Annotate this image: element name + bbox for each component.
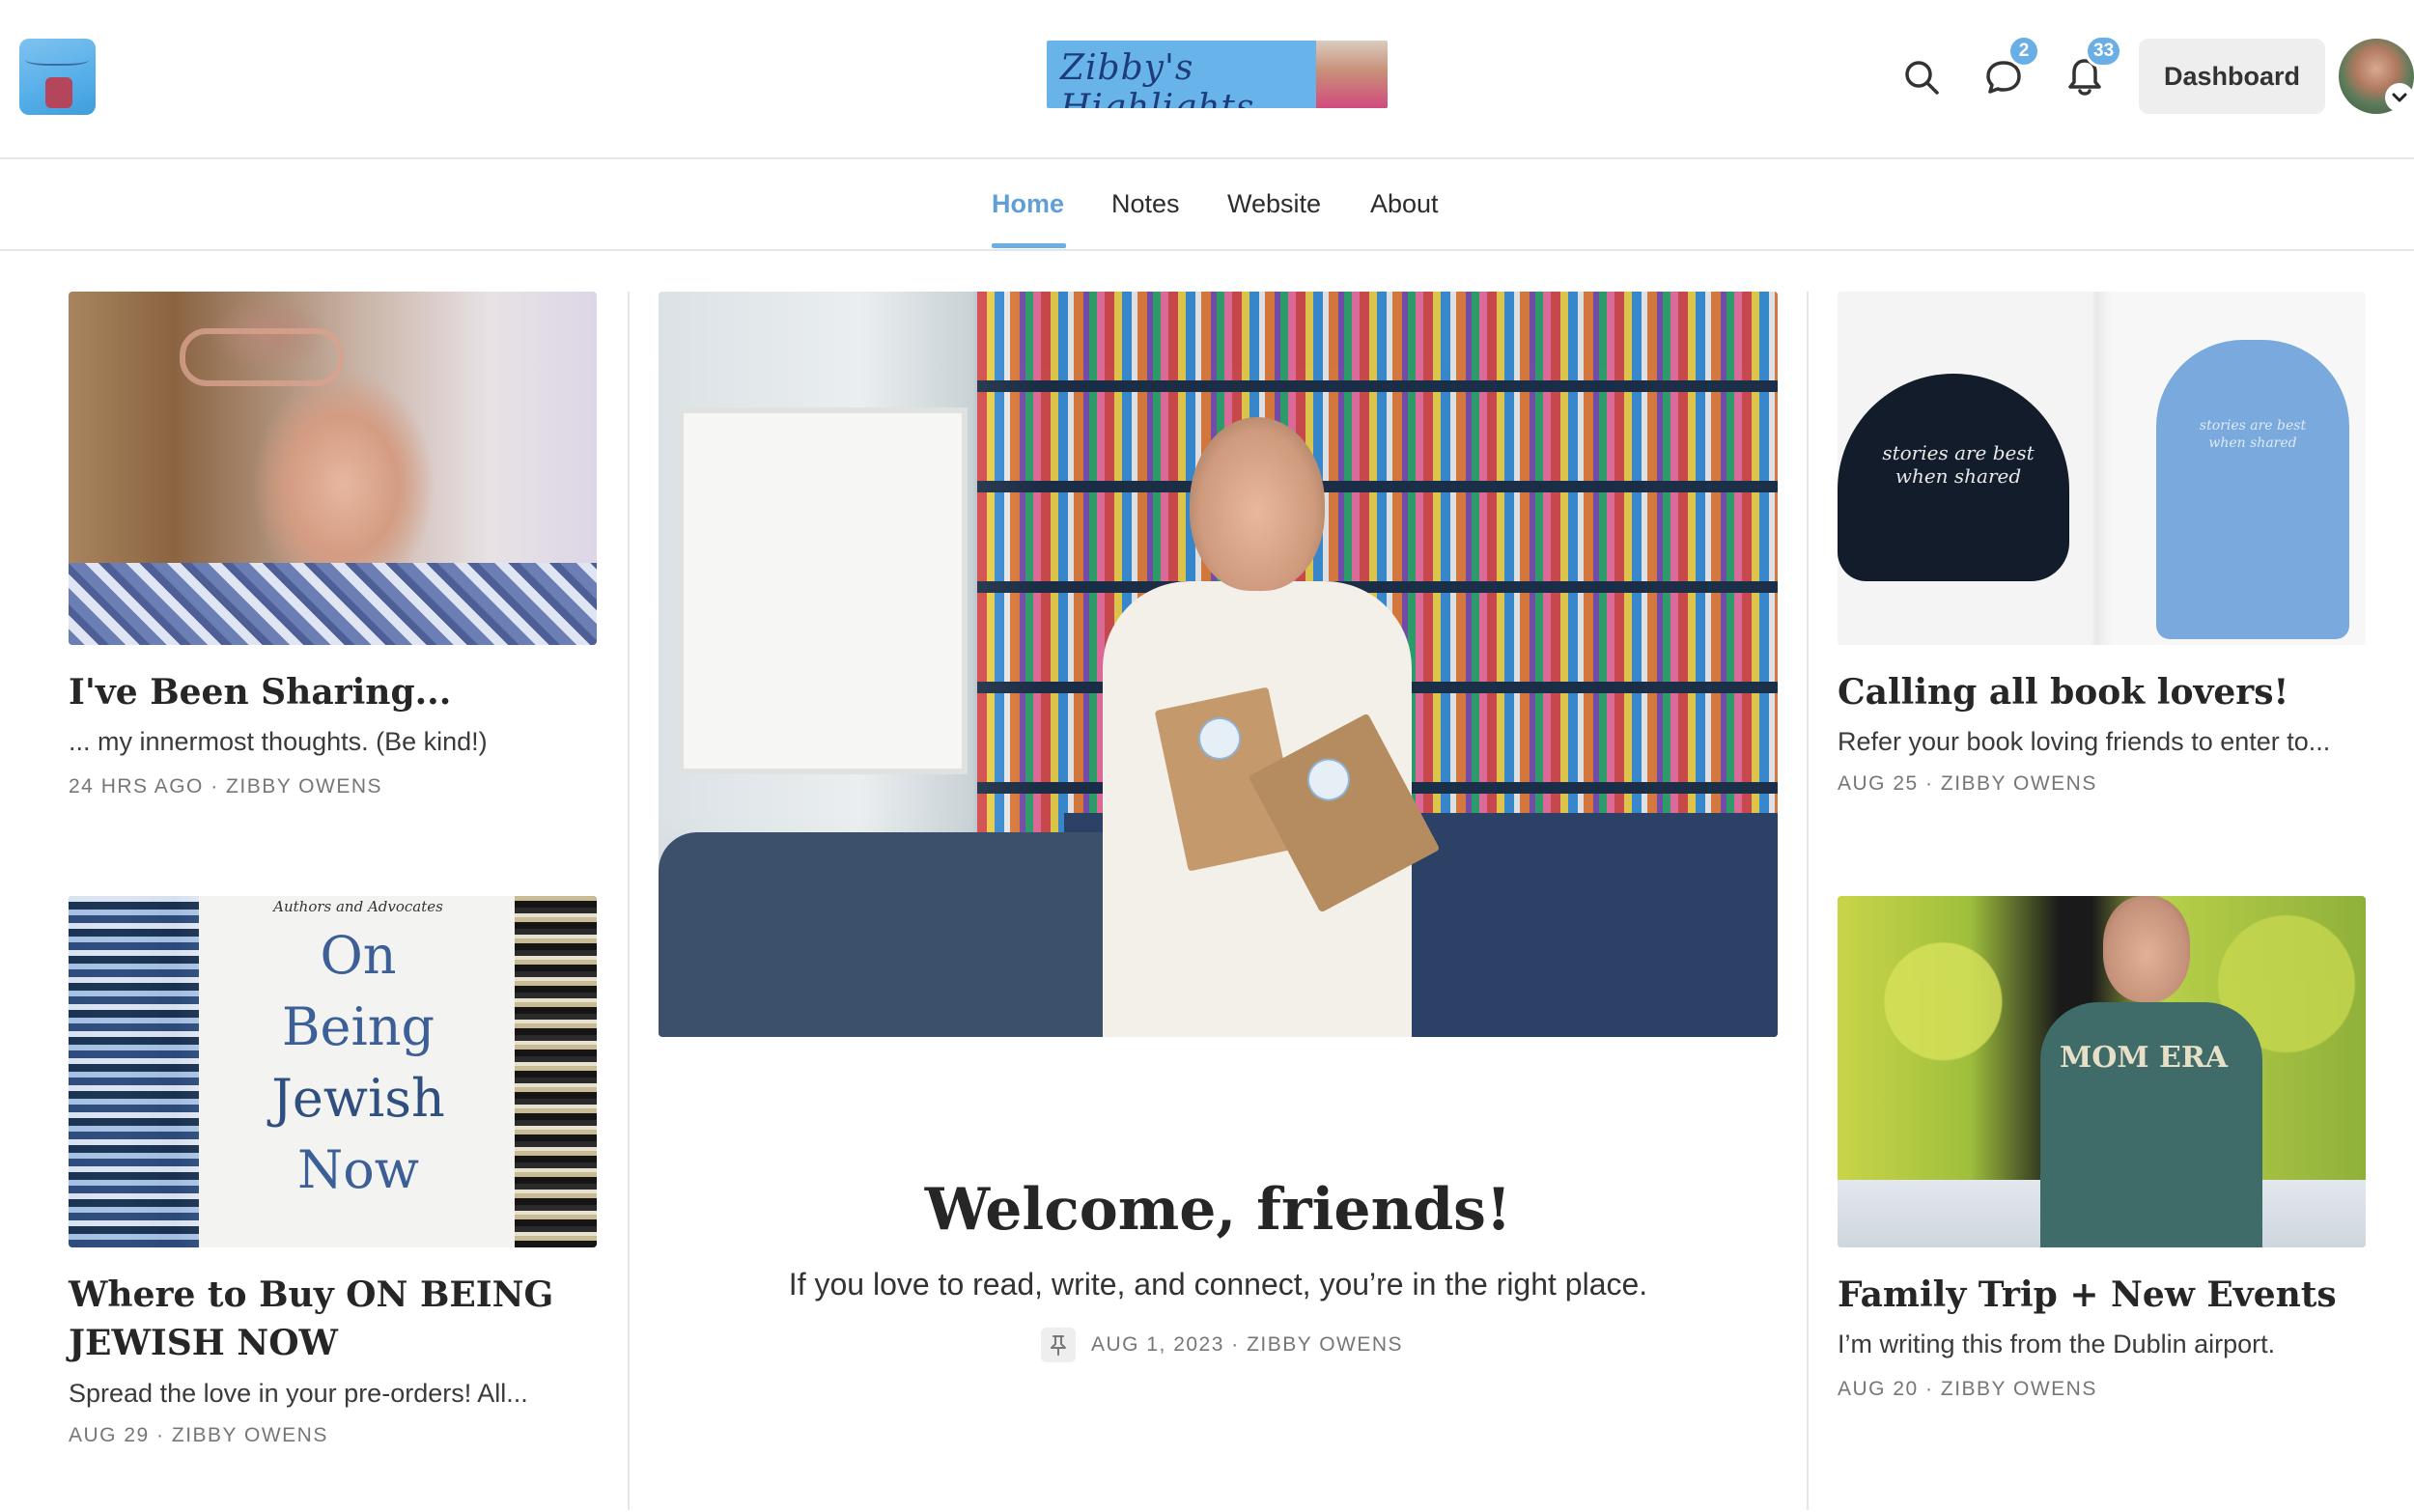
post-title-jewish-now[interactable]: Where to Buy ON BEING JEWISH NOW <box>69 1271 597 1367</box>
post-thumbnail-sharing[interactable] <box>69 292 597 645</box>
messages-badge: 2 <box>2007 35 2040 68</box>
image-detail <box>1193 713 1246 765</box>
image-detail: MOM ERA <box>2040 1002 2262 1247</box>
image-detail <box>1190 417 1325 591</box>
post-title-sharing[interactable]: I've Been Sharing... <box>69 668 597 716</box>
hat-image: stories are best when shared <box>1838 374 2069 581</box>
thumbnail-detail <box>69 896 199 1247</box>
messages-button[interactable]: 2 <box>1980 35 2040 100</box>
post-meta-family-trip: AUG 20 · ZIBBY OWENS <box>1838 1378 2097 1400</box>
search-button[interactable] <box>1898 54 1945 100</box>
post-subtitle-family-trip: I’m writing this from the Dublin airport… <box>1838 1330 2276 1358</box>
post-thumbnail-family-trip[interactable]: MOM ERA <box>1838 896 2366 1247</box>
notifications-button[interactable]: 33 <box>2062 35 2123 100</box>
banner-photo <box>1316 41 1388 108</box>
tab-website[interactable]: Website <box>1227 189 1321 219</box>
top-bar: Zibby's Highlights 2 33 Dashboard <box>0 0 2414 159</box>
book-cover: Authors and Advocates On Being Jewish No… <box>199 896 518 1247</box>
thumbnail-detail <box>180 328 344 386</box>
post-thumbnail-jewish-now[interactable]: Authors and Advocates On Being Jewish No… <box>69 896 597 1247</box>
post-subtitle-sharing: ... my innermost thoughts. (Be kind!) <box>69 727 488 756</box>
post-meta-sharing: 24 HRS AGO · ZIBBY OWENS <box>69 775 383 798</box>
section-nav: Home Notes Website About <box>0 160 2414 251</box>
image-detail <box>678 407 968 774</box>
tab-about[interactable]: About <box>1370 189 1439 219</box>
featured-post-meta: AUG 1, 2023 · ZIBBY OWENS <box>1041 1328 1403 1362</box>
thumbnail-detail <box>69 563 597 645</box>
image-detail: MOM ERA <box>2040 896 2262 1247</box>
hat-text: stories are best when shared <box>1882 441 2035 488</box>
cover-title-line: On <box>320 925 397 986</box>
featured-post-image[interactable] <box>659 292 1778 1037</box>
notifications-badge: 33 <box>2085 35 2123 68</box>
image-detail <box>2103 896 2190 1002</box>
tab-notes[interactable]: Notes <box>1111 189 1180 219</box>
shirt-text: MOM ERA <box>2060 1041 2229 1075</box>
cover-title-line: Jewish <box>271 1068 445 1129</box>
post-meta-book-lovers: AUG 25 · ZIBBY OWENS <box>1838 772 2097 795</box>
post-thumbnail-book-lovers[interactable]: stories are best when shared stories are… <box>1838 292 2366 645</box>
featured-post-title[interactable]: Welcome, friends! <box>657 1176 1780 1244</box>
post-meta-jewish-now: AUG 29 · ZIBBY OWENS <box>69 1424 328 1446</box>
post-subtitle-jewish-now: Spread the love in your pre-orders! All.… <box>69 1379 528 1408</box>
column-divider-left <box>628 292 630 1510</box>
logo-scribble <box>25 52 89 66</box>
image-detail <box>1083 417 1441 1037</box>
hoodie-text: stories are best when shared <box>2199 418 2307 451</box>
featured-post-subtitle: If you love to read, write, and connect,… <box>788 1267 1648 1302</box>
logo-photo <box>45 77 72 108</box>
active-tab-indicator <box>992 243 1066 248</box>
tab-home[interactable]: Home <box>992 189 1064 219</box>
post-title-book-lovers[interactable]: Calling all book lovers! <box>1838 668 2366 716</box>
dashboard-button[interactable]: Dashboard <box>2139 39 2325 114</box>
cover-title-line: Being <box>281 996 435 1057</box>
publication-logo[interactable] <box>19 39 96 115</box>
cover-title-line: Now <box>297 1139 419 1200</box>
pin-icon <box>1041 1328 1076 1362</box>
column-divider-right <box>1807 292 1809 1510</box>
chevron-down-icon[interactable] <box>2385 83 2414 112</box>
post-title-family-trip[interactable]: Family Trip + New Events <box>1838 1271 2366 1319</box>
search-icon <box>1905 61 1939 95</box>
thumbnail-detail <box>515 896 597 1247</box>
cover-subtitle: Authors and Advocates <box>273 898 443 915</box>
image-detail <box>1300 750 1358 809</box>
post-subtitle-book-lovers: Refer your book loving friends to enter … <box>1838 727 2331 756</box>
hoodie-image: stories are best when shared <box>2156 340 2349 639</box>
featured-post-date-author: AUG 1, 2023 · ZIBBY OWENS <box>1091 1333 1404 1356</box>
post-title-line: JEWISH NOW <box>69 1323 338 1363</box>
post-title-line: Where to Buy ON BEING <box>69 1274 554 1315</box>
publication-banner[interactable]: Zibby's Highlights <box>1047 41 1388 108</box>
